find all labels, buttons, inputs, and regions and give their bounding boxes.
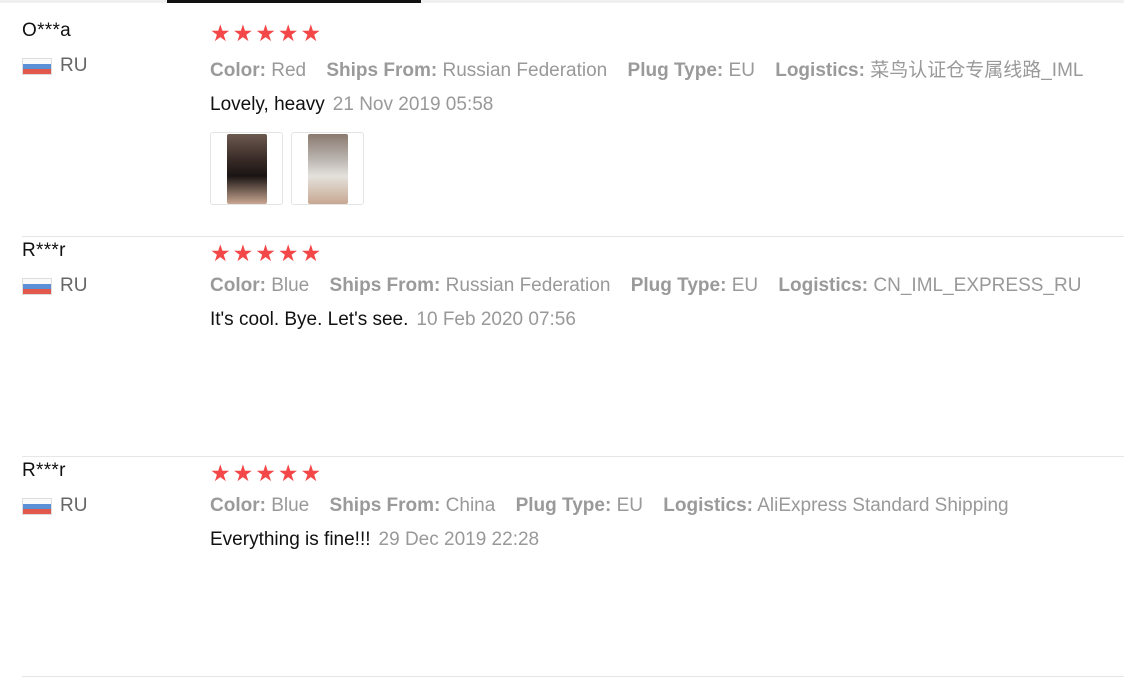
reviewer-name: R***r [22, 240, 66, 261]
attr-logistics: Logistics: 菜鸟认证仓专属线路_IML [775, 60, 1084, 81]
star-icon: ★ [300, 459, 322, 486]
reviewer: R***r RU [22, 457, 202, 517]
reviewer: O***a RU [22, 17, 202, 77]
country-code: RU [60, 275, 88, 296]
star-icon: ★ [255, 459, 276, 486]
star-rating: ★ ★ ★ ★ ★ [210, 17, 1120, 49]
attr-color: Color: Blue [210, 275, 310, 296]
star-icon: ★ [210, 239, 231, 266]
star-icon: ★ [210, 459, 231, 486]
review-photo-thumbnail[interactable] [291, 132, 364, 205]
review-content: ★ ★ ★ ★ ★ Color: Blue Ships From: Russia… [210, 237, 1120, 331]
attr-logistics: Logistics: AliExpress Standard Shipping [663, 495, 1009, 516]
review-date: 29 Dec 2019 22:28 [378, 529, 540, 550]
russia-flag-icon [22, 497, 52, 515]
review-item: R***r RU ★ ★ ★ ★ ★ Color: Blue Ships Fro… [22, 457, 1124, 677]
russia-flag-icon [22, 57, 52, 75]
star-icon: ★ [210, 19, 231, 46]
country-code: RU [60, 55, 88, 76]
star-icon: ★ [300, 239, 322, 266]
review-text: Everything is fine!!! 29 Dec 2019 22:28 [210, 529, 1120, 551]
attr-ships-from: Ships From: Russian Federation [329, 275, 611, 296]
review-content: ★ ★ ★ ★ ★ Color: Blue Ships From: China … [210, 457, 1120, 551]
attr-ships-from: Ships From: China [329, 495, 496, 516]
review-photo-thumbnail[interactable] [210, 132, 283, 205]
star-icon: ★ [232, 239, 254, 266]
iron-photo [226, 133, 267, 204]
attr-color: Color: Blue [210, 495, 310, 516]
order-attributes: Color: Blue Ships From: Russian Federati… [210, 275, 1120, 297]
country-code: RU [60, 495, 88, 516]
review-body: Lovely, heavy [210, 94, 325, 115]
russia-flag-icon [22, 277, 52, 295]
reviewer-country: RU [22, 55, 202, 77]
star-rating: ★ ★ ★ ★ ★ [210, 237, 1120, 269]
attr-logistics: Logistics: CN_IML_EXPRESS_RU [778, 275, 1082, 296]
review-date: 10 Feb 2020 07:56 [416, 309, 576, 330]
review-body: It's cool. Bye. Let's see. [210, 309, 409, 330]
star-icon: ★ [255, 19, 276, 46]
attr-ships-from: Ships From: Russian Federation [326, 60, 608, 81]
review-photos [210, 132, 1120, 205]
order-attributes: Color: Blue Ships From: China Plug Type:… [210, 495, 1120, 517]
star-icon: ★ [277, 459, 299, 486]
reviewer-name: O***a [22, 20, 72, 41]
star-icon: ★ [300, 19, 322, 46]
star-icon: ★ [277, 239, 299, 266]
reviewer-country: RU [22, 495, 202, 517]
star-icon: ★ [255, 239, 276, 266]
order-attributes: Color: Red Ships From: Russian Federatio… [210, 55, 1120, 82]
attr-plug-type: Plug Type: EU [630, 275, 759, 296]
attr-color: Color: Red [210, 60, 307, 81]
reviewer-name: R***r [22, 460, 66, 481]
attr-plug-type: Plug Type: EU [627, 60, 755, 81]
star-icon: ★ [232, 19, 254, 46]
reviewer-country: RU [22, 275, 202, 297]
review-item: R***r RU ★ ★ ★ ★ ★ Color: Blue Ships Fro… [22, 237, 1124, 457]
review-text: It's cool. Bye. Let's see. 10 Feb 2020 07… [210, 309, 1120, 331]
review-content: ★ ★ ★ ★ ★ Color: Red Ships From: Russian… [210, 17, 1120, 205]
active-tab-indicator [167, 0, 421, 3]
attr-plug-type: Plug Type: EU [515, 495, 643, 516]
star-icon: ★ [277, 19, 299, 46]
star-icon: ★ [232, 459, 254, 486]
iron-photo [307, 133, 348, 204]
review-item: O***a RU ★ ★ ★ ★ ★ Color: Red Ships From… [22, 17, 1124, 237]
review-date: 21 Nov 2019 05:58 [332, 94, 494, 115]
review-text: Lovely, heavy 21 Nov 2019 05:58 [210, 94, 1120, 116]
star-rating: ★ ★ ★ ★ ★ [210, 457, 1120, 489]
reviewer: R***r RU [22, 237, 202, 297]
review-body: Everything is fine!!! [210, 529, 371, 550]
